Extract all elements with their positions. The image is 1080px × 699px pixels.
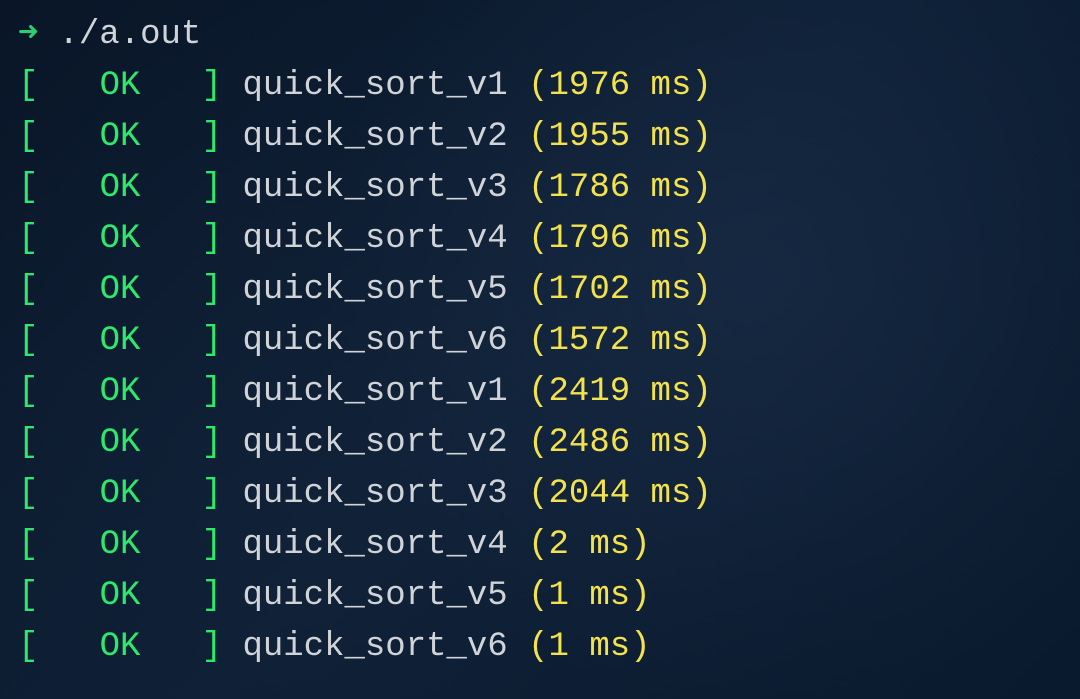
status-ok: OK bbox=[100, 316, 141, 367]
spacer bbox=[508, 622, 528, 673]
bracket-right: ] bbox=[140, 214, 242, 265]
status-ok: OK bbox=[100, 367, 141, 418]
test-name: quick_sort_v2 bbox=[242, 112, 507, 163]
result-line: [ OK ] quick_sort_v1 (1976 ms) bbox=[18, 61, 1062, 112]
test-name: quick_sort_v2 bbox=[242, 418, 507, 469]
result-line: [ OK ] quick_sort_v5 (1702 ms) bbox=[18, 265, 1062, 316]
command-text: ./a.out bbox=[58, 10, 201, 61]
bracket-left: [ bbox=[18, 571, 100, 622]
status-ok: OK bbox=[100, 112, 141, 163]
timing: (2044 ms) bbox=[528, 469, 712, 520]
spacer bbox=[508, 571, 528, 622]
test-name: quick_sort_v3 bbox=[242, 469, 507, 520]
timing: (2486 ms) bbox=[528, 418, 712, 469]
bracket-right: ] bbox=[140, 520, 242, 571]
bracket-right: ] bbox=[140, 367, 242, 418]
test-name: quick_sort_v6 bbox=[242, 316, 507, 367]
result-line: [ OK ] quick_sort_v1 (2419 ms) bbox=[18, 367, 1062, 418]
result-line: [ OK ] quick_sort_v5 (1 ms) bbox=[18, 571, 1062, 622]
test-name: quick_sort_v5 bbox=[242, 571, 507, 622]
spacer bbox=[508, 316, 528, 367]
status-ok: OK bbox=[100, 520, 141, 571]
test-name: quick_sort_v1 bbox=[242, 61, 507, 112]
status-ok: OK bbox=[100, 469, 141, 520]
spacer bbox=[508, 214, 528, 265]
bracket-left: [ bbox=[18, 163, 100, 214]
test-name: quick_sort_v3 bbox=[242, 163, 507, 214]
prompt-arrow-icon: ➜ bbox=[18, 10, 38, 61]
spacer bbox=[508, 418, 528, 469]
timing: (1572 ms) bbox=[528, 316, 712, 367]
bracket-right: ] bbox=[140, 571, 242, 622]
timing: (1 ms) bbox=[528, 622, 650, 673]
spacer bbox=[508, 112, 528, 163]
results-list: [ OK ] quick_sort_v1 (1976 ms)[ OK ] qui… bbox=[18, 61, 1062, 673]
spacer bbox=[508, 163, 528, 214]
bracket-left: [ bbox=[18, 418, 100, 469]
bracket-right: ] bbox=[140, 622, 242, 673]
bracket-right: ] bbox=[140, 316, 242, 367]
bracket-left: [ bbox=[18, 469, 100, 520]
test-name: quick_sort_v4 bbox=[242, 520, 507, 571]
spacer bbox=[508, 367, 528, 418]
test-name: quick_sort_v4 bbox=[242, 214, 507, 265]
test-name: quick_sort_v1 bbox=[242, 367, 507, 418]
terminal-output: ➜ ./a.out [ OK ] quick_sort_v1 (1976 ms)… bbox=[18, 10, 1062, 673]
bracket-right: ] bbox=[140, 469, 242, 520]
bracket-left: [ bbox=[18, 61, 100, 112]
bracket-left: [ bbox=[18, 367, 100, 418]
status-ok: OK bbox=[100, 163, 141, 214]
timing: (1955 ms) bbox=[528, 112, 712, 163]
status-ok: OK bbox=[100, 571, 141, 622]
timing: (2 ms) bbox=[528, 520, 650, 571]
bracket-right: ] bbox=[140, 418, 242, 469]
timing: (1 ms) bbox=[528, 571, 650, 622]
prompt-line: ➜ ./a.out bbox=[18, 10, 1062, 61]
result-line: [ OK ] quick_sort_v3 (1786 ms) bbox=[18, 163, 1062, 214]
result-line: [ OK ] quick_sort_v2 (2486 ms) bbox=[18, 418, 1062, 469]
timing: (1786 ms) bbox=[528, 163, 712, 214]
test-name: quick_sort_v6 bbox=[242, 622, 507, 673]
bracket-left: [ bbox=[18, 316, 100, 367]
test-name: quick_sort_v5 bbox=[242, 265, 507, 316]
bracket-right: ] bbox=[140, 163, 242, 214]
status-ok: OK bbox=[100, 61, 141, 112]
bracket-left: [ bbox=[18, 265, 100, 316]
timing: (1796 ms) bbox=[528, 214, 712, 265]
spacer bbox=[508, 61, 528, 112]
bracket-right: ] bbox=[140, 61, 242, 112]
bracket-left: [ bbox=[18, 622, 100, 673]
timing: (1976 ms) bbox=[528, 61, 712, 112]
bracket-left: [ bbox=[18, 520, 100, 571]
bracket-left: [ bbox=[18, 214, 100, 265]
spacer bbox=[508, 520, 528, 571]
result-line: [ OK ] quick_sort_v6 (1 ms) bbox=[18, 622, 1062, 673]
result-line: [ OK ] quick_sort_v3 (2044 ms) bbox=[18, 469, 1062, 520]
result-line: [ OK ] quick_sort_v6 (1572 ms) bbox=[18, 316, 1062, 367]
result-line: [ OK ] quick_sort_v2 (1955 ms) bbox=[18, 112, 1062, 163]
status-ok: OK bbox=[100, 265, 141, 316]
status-ok: OK bbox=[100, 622, 141, 673]
bracket-right: ] bbox=[140, 265, 242, 316]
bracket-left: [ bbox=[18, 112, 100, 163]
spacer bbox=[508, 469, 528, 520]
bracket-right: ] bbox=[140, 112, 242, 163]
timing: (2419 ms) bbox=[528, 367, 712, 418]
status-ok: OK bbox=[100, 214, 141, 265]
spacer bbox=[508, 265, 528, 316]
timing: (1702 ms) bbox=[528, 265, 712, 316]
result-line: [ OK ] quick_sort_v4 (1796 ms) bbox=[18, 214, 1062, 265]
result-line: [ OK ] quick_sort_v4 (2 ms) bbox=[18, 520, 1062, 571]
status-ok: OK bbox=[100, 418, 141, 469]
